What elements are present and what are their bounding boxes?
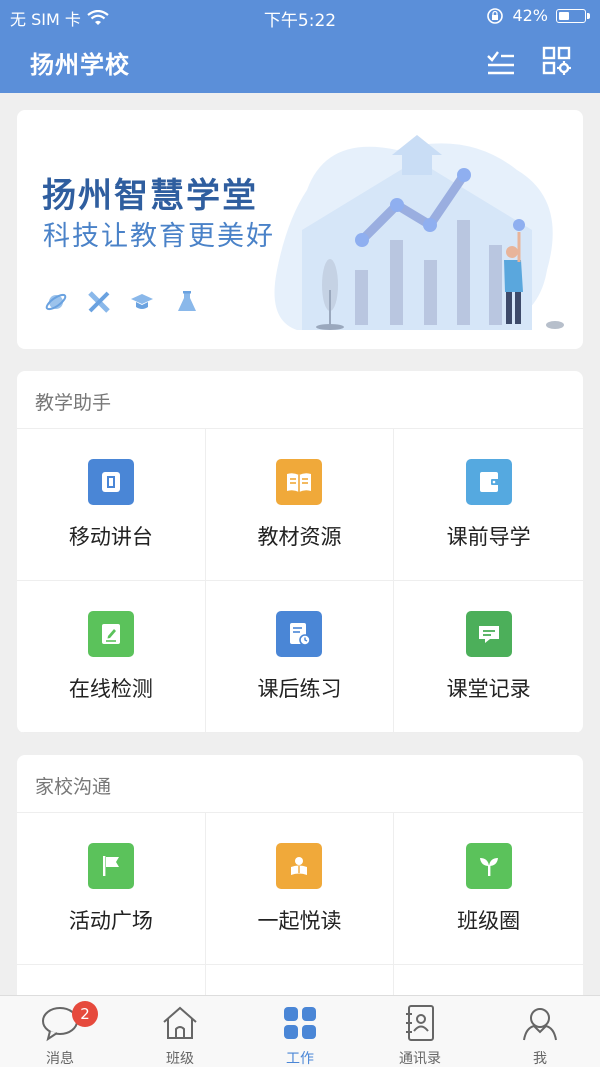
apps-grid-icon <box>284 1007 316 1039</box>
banner-title: 扬州智慧学堂 <box>42 176 258 216</box>
tab-me[interactable]: 我 <box>480 996 600 1067</box>
activity-square-item[interactable]: 活动广场 <box>17 813 206 965</box>
tab-label: 通讯录 <box>399 1051 441 1067</box>
tab-label: 消息 <box>46 1051 74 1067</box>
edit-doc-icon <box>87 611 134 657</box>
top-bar: 无 SIM 卡 下午5:22 42% 扬州学校 <box>0 0 600 93</box>
book-icon <box>276 459 323 505</box>
contacts-icon <box>406 1005 434 1041</box>
online-test-item[interactable]: 在线检测 <box>17 581 206 733</box>
status-right: 42% <box>486 6 590 25</box>
tab-label: 我 <box>533 1051 547 1067</box>
ruler-pencil-icon <box>88 291 110 313</box>
battery-icon <box>556 8 590 23</box>
tab-class[interactable]: 班级 <box>120 996 240 1067</box>
user-icon <box>523 1008 557 1041</box>
flask-icon <box>178 291 196 311</box>
banner-subtitle: 科技让教育更美好 <box>43 221 275 252</box>
item-label: 活动广场 <box>68 909 153 933</box>
class-circle-item[interactable]: 班级圈 <box>394 813 583 965</box>
doc-clock-icon <box>276 611 323 657</box>
sprout-icon <box>465 843 512 889</box>
item-label: 课堂记录 <box>446 677 531 701</box>
item-label: 课后练习 <box>257 677 342 701</box>
battery-percent: 42% <box>512 6 548 25</box>
teaching-assistant-card: 教学助手 移动讲台 教材资源 课前导学 在线检测 课后练习 课堂记录 <box>17 371 583 733</box>
reader-icon <box>276 843 323 889</box>
homeschool-grid: 活动广场 一起悦读 班级圈 <box>17 812 583 1015</box>
status-bar: 无 SIM 卡 下午5:22 42% <box>0 0 600 32</box>
planet-icon <box>45 293 67 311</box>
flag-icon <box>87 843 134 889</box>
tab-label: 班级 <box>166 1051 194 1067</box>
checklist-icon[interactable] <box>486 46 516 76</box>
mobile-podium-icon <box>87 459 134 505</box>
tab-contacts[interactable]: 通讯录 <box>360 996 480 1067</box>
item-label: 课前导学 <box>446 525 531 549</box>
item-label: 一起悦读 <box>257 909 342 933</box>
item-label: 教材资源 <box>257 525 342 549</box>
growth-chart-illustration <box>274 135 564 330</box>
item-label: 班级圈 <box>457 909 521 933</box>
item-label: 移动讲台 <box>68 525 153 549</box>
page-title: 扬州学校 <box>30 51 130 79</box>
orientation-lock-icon <box>487 7 504 24</box>
graduation-cap-icon <box>131 294 153 309</box>
unread-badge: 2 <box>72 1001 98 1027</box>
tab-messages[interactable]: 2 消息 <box>0 996 120 1067</box>
item-label: 在线检测 <box>68 677 153 701</box>
card-title: 教学助手 <box>35 392 112 414</box>
mobile-podium-item[interactable]: 移动讲台 <box>17 429 206 581</box>
promo-banner[interactable]: 扬州智慧学堂 科技让教育更美好 <box>17 110 583 349</box>
tab-label: 工作 <box>286 1051 314 1067</box>
class-record-item[interactable]: 课堂记录 <box>394 581 583 733</box>
card-title: 家校沟通 <box>35 776 112 798</box>
wallet-book-icon <box>465 459 512 505</box>
tab-work[interactable]: 工作 <box>240 996 360 1067</box>
home-icon <box>163 1006 197 1039</box>
teaching-grid: 移动讲台 教材资源 课前导学 在线检测 课后练习 课堂记录 <box>17 428 583 733</box>
textbook-resources-item[interactable]: 教材资源 <box>205 429 395 581</box>
chat-icon <box>465 611 512 657</box>
homework-item[interactable]: 课后练习 <box>205 581 395 733</box>
read-together-item[interactable]: 一起悦读 <box>205 813 395 965</box>
home-school-card: 家校沟通 活动广场 一起悦读 班级圈 <box>17 755 583 1015</box>
bottom-tab-bar: 2 消息 班级 工作 通讯录 我 <box>0 995 600 1067</box>
pre-class-guide-item[interactable]: 课前导学 <box>394 429 583 581</box>
qr-grid-icon[interactable] <box>542 46 572 76</box>
